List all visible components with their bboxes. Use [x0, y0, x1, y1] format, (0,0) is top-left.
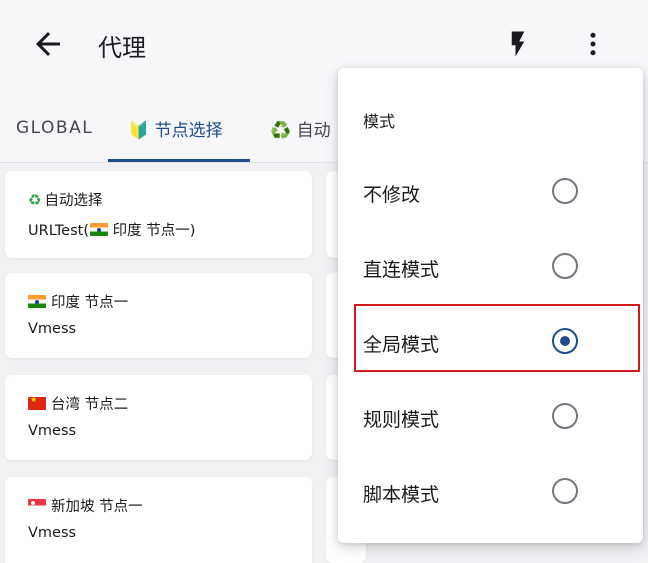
mode-option-label: 规则模式	[363, 409, 440, 431]
india-flag-icon	[28, 295, 46, 308]
more-vert-icon[interactable]	[578, 28, 608, 60]
proxy-type-prefix: URLTest(	[28, 223, 89, 239]
tab-node-select-label: 节点选择	[154, 121, 223, 141]
proxy-name: 新加坡 节点一	[51, 499, 143, 515]
proxy-name: 印度 节点一	[51, 295, 129, 311]
tab-auto-label: 自动	[296, 121, 331, 141]
mode-option-label: 脚本模式	[363, 484, 440, 506]
proxy-type: Vmess	[28, 525, 77, 541]
tab-node-select[interactable]: 🔰 节点选择	[128, 116, 223, 141]
china-flag-icon	[28, 397, 46, 410]
radio-button-selected[interactable]	[552, 328, 578, 354]
recycle-icon: ♻️	[270, 121, 292, 141]
menu-title: 模式	[363, 112, 396, 131]
tab-global[interactable]: GLOBAL	[16, 118, 93, 138]
radio-button[interactable]	[552, 178, 578, 204]
mode-option-label: 全局模式	[363, 334, 440, 356]
mode-option-script[interactable]: 脚本模式	[338, 464, 643, 524]
proxy-name: 台湾 节点二	[51, 397, 129, 413]
mode-option-rule[interactable]: 规则模式	[338, 389, 643, 449]
proxy-type: Vmess	[28, 321, 77, 337]
proxy-card[interactable]: 印度 节点一 Vmess	[5, 273, 312, 358]
mode-menu: 模式 不修改 直连模式 全局模式 规则模式 脚本模式	[338, 68, 643, 543]
back-arrow-icon[interactable]	[30, 26, 66, 62]
mode-option-label: 直连模式	[363, 259, 440, 281]
beginner-badge-icon: 🔰	[128, 121, 150, 141]
radio-button[interactable]	[552, 253, 578, 279]
radio-button[interactable]	[552, 478, 578, 504]
recycle-icon: ♻	[28, 191, 42, 209]
tab-global-label: GLOBAL	[16, 118, 94, 138]
proxy-card[interactable]: 新加坡 节点一 Vmess	[5, 477, 312, 563]
mode-option-global[interactable]: 全局模式	[338, 314, 643, 374]
radio-button[interactable]	[552, 403, 578, 429]
lightning-bolt-icon[interactable]	[503, 28, 533, 60]
proxy-type: Vmess	[28, 423, 77, 439]
proxy-name: 自动选择	[44, 193, 103, 209]
mode-option-label: 不修改	[363, 184, 421, 206]
mode-option-no-change[interactable]: 不修改	[338, 164, 643, 224]
tab-indicator	[108, 159, 250, 162]
india-flag-icon	[89, 223, 108, 236]
tab-auto[interactable]: ♻️ 自动	[270, 116, 331, 141]
mode-option-direct[interactable]: 直连模式	[338, 239, 643, 299]
page-title: 代理	[98, 34, 146, 62]
proxy-card[interactable]: ♻ 自动选择 URLTest( 印度 节点一)	[5, 171, 312, 258]
singapore-flag-icon	[28, 499, 46, 512]
proxy-type-suffix: 印度 节点一)	[107, 223, 196, 239]
proxy-card[interactable]: 台湾 节点二 Vmess	[5, 375, 312, 460]
